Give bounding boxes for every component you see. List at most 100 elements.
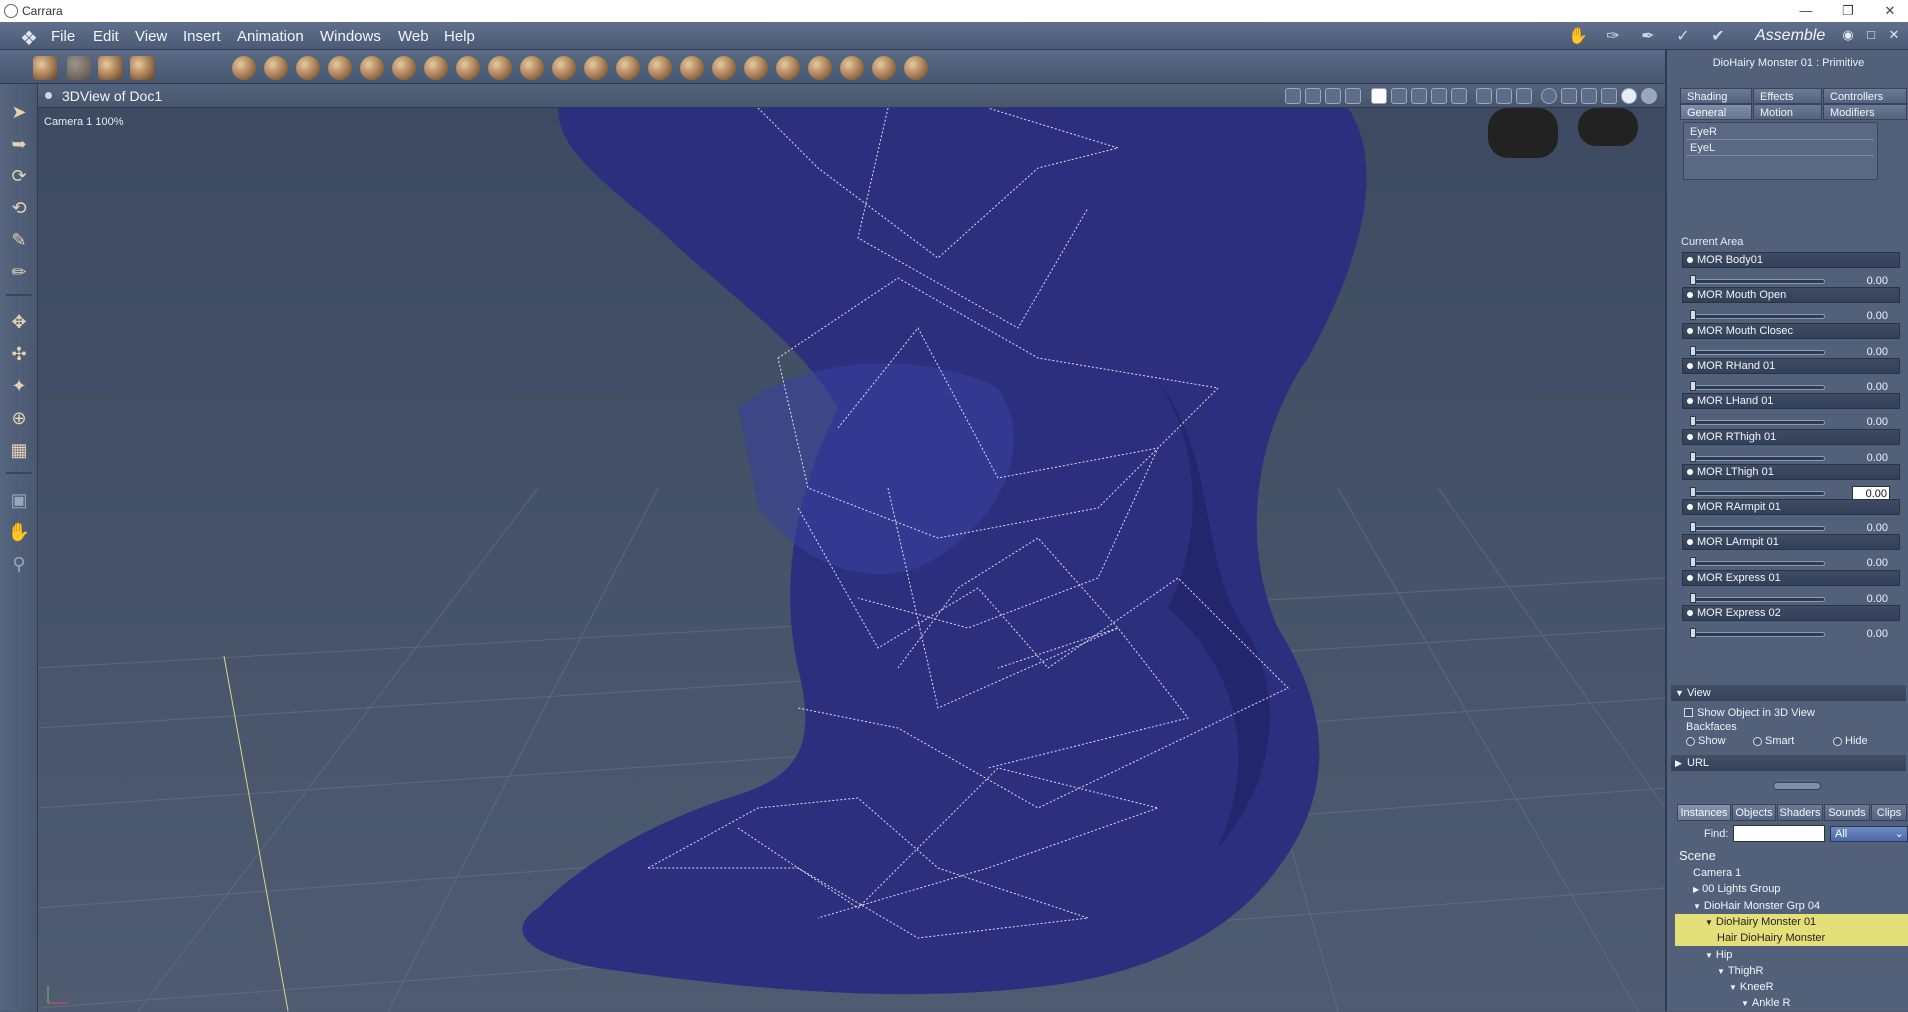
morph-value[interactable]: 0.00 bbox=[1852, 627, 1890, 641]
flat-shade-icon[interactable] bbox=[1601, 88, 1617, 104]
morph-header[interactable]: MOR RHand 01 bbox=[1682, 357, 1900, 374]
tool-ink-icon[interactable] bbox=[130, 56, 154, 80]
shield3-icon[interactable] bbox=[1516, 88, 1532, 104]
shield1-icon[interactable] bbox=[1476, 88, 1492, 104]
morph-slider-track[interactable] bbox=[1692, 420, 1825, 426]
show-object-checkbox[interactable] bbox=[1684, 708, 1693, 717]
insert-bone-icon[interactable] bbox=[904, 56, 928, 80]
view-nav-icon[interactable] bbox=[1325, 88, 1341, 104]
view-light-icon[interactable] bbox=[1305, 88, 1321, 104]
backfaces-smart-radio[interactable] bbox=[1753, 737, 1762, 746]
tab-effects[interactable]: Effects bbox=[1753, 88, 1822, 104]
view-cam-icon[interactable] bbox=[1285, 88, 1301, 104]
doc-close-icon[interactable]: ✕ bbox=[1885, 27, 1903, 45]
scene-tree-item[interactable]: ▼ Ankle R bbox=[1675, 995, 1908, 1011]
morph-value[interactable]: 0.00 bbox=[1852, 521, 1890, 535]
camera-tool-icon[interactable]: ▣ bbox=[7, 488, 31, 512]
room-storyboard-icon[interactable]: ✒ bbox=[1635, 26, 1661, 48]
menu-insert[interactable]: Insert bbox=[183, 28, 221, 45]
list-item-eyel[interactable]: EyeL bbox=[1686, 141, 1874, 156]
view-reset-icon[interactable] bbox=[1345, 88, 1361, 104]
select-arrow-icon[interactable]: ➤ bbox=[7, 100, 31, 124]
brush-tool-icon[interactable]: ✎ bbox=[7, 228, 31, 252]
room-texture-icon[interactable]: ✓ bbox=[1670, 26, 1696, 48]
scene-tree-item[interactable]: ▼ DioHairy Monster 01 bbox=[1675, 913, 1908, 930]
morph-header[interactable]: MOR LArmpit 01 bbox=[1682, 534, 1900, 551]
layout-single-icon[interactable] bbox=[1371, 88, 1387, 104]
scene-tree-item[interactable]: Hair DioHairy Monster bbox=[1675, 930, 1908, 947]
eyedropper-icon[interactable]: ✏ bbox=[7, 260, 31, 284]
insert-sphere-icon[interactable] bbox=[232, 56, 256, 80]
menu-file[interactable]: File bbox=[51, 28, 75, 45]
menu-windows[interactable]: Windows bbox=[320, 28, 381, 45]
scene-tree-item[interactable]: ▶ 00 Lights Group bbox=[1675, 881, 1908, 897]
morph-header[interactable]: MOR Express 02 bbox=[1682, 605, 1900, 621]
layout-alt-icon[interactable] bbox=[1451, 88, 1467, 104]
tool-hand-icon[interactable] bbox=[67, 56, 91, 80]
layout-triple-icon[interactable] bbox=[1411, 88, 1427, 104]
room-render-icon[interactable]: ✔ bbox=[1705, 26, 1731, 48]
insert-shape-icon[interactable] bbox=[744, 56, 768, 80]
morph-slider-knob[interactable] bbox=[1690, 345, 1696, 356]
direct-select-icon[interactable]: ➥ bbox=[7, 132, 31, 156]
insert-target-icon[interactable] bbox=[872, 56, 896, 80]
room-model-icon[interactable]: ✑ bbox=[1600, 26, 1626, 48]
eye-icon[interactable]: ◉ bbox=[1839, 27, 1857, 45]
morph-header[interactable]: MOR LHand 01 bbox=[1682, 393, 1900, 410]
insert-goblet-icon[interactable] bbox=[264, 56, 288, 80]
scene-root[interactable]: Scene bbox=[1679, 848, 1716, 864]
menu-help[interactable]: Help bbox=[444, 28, 475, 45]
insert-house-icon[interactable] bbox=[680, 56, 704, 80]
insert-cloud-icon[interactable] bbox=[584, 56, 608, 80]
morph-slider-track[interactable] bbox=[1692, 455, 1825, 461]
morph-slider-knob[interactable] bbox=[1690, 275, 1696, 285]
insert-bowl-icon[interactable] bbox=[712, 56, 736, 80]
layout-split-icon[interactable] bbox=[1391, 88, 1407, 104]
morph-value[interactable]: 0.00 bbox=[1852, 485, 1890, 500]
morph-slider-track[interactable] bbox=[1692, 561, 1825, 567]
tab-instances[interactable]: Instances bbox=[1677, 804, 1731, 821]
morph-header[interactable]: MOR Express 01 bbox=[1682, 569, 1900, 586]
box-tool-icon[interactable]: ▦ bbox=[7, 438, 31, 462]
morph-slider-track[interactable] bbox=[1692, 632, 1825, 637]
scene-tree-item[interactable]: Camera 1 bbox=[1675, 865, 1908, 881]
insert-plant-icon[interactable] bbox=[488, 56, 512, 80]
bbox-icon[interactable] bbox=[1561, 88, 1577, 104]
insert-bulb-icon[interactable] bbox=[776, 56, 800, 80]
morph-value[interactable]: 0.00 bbox=[1852, 451, 1890, 465]
morph-value[interactable]: 0.00 bbox=[1852, 345, 1890, 359]
tab-shaders[interactable]: Shaders bbox=[1777, 804, 1823, 821]
insert-text-icon[interactable] bbox=[392, 56, 416, 80]
morph-slider-knob[interactable] bbox=[1690, 486, 1696, 497]
morph-slider-track[interactable] bbox=[1692, 490, 1825, 496]
spin-tool-icon[interactable]: ⟲ bbox=[7, 196, 31, 220]
morph-slider-track[interactable] bbox=[1692, 314, 1825, 320]
morph-slider-track[interactable] bbox=[1692, 526, 1825, 532]
insert-ocean-icon[interactable] bbox=[616, 56, 640, 80]
morph-header[interactable]: MOR Mouth Open bbox=[1682, 287, 1900, 304]
tab-general[interactable]: General bbox=[1680, 104, 1752, 120]
morph-header[interactable]: MOR RArmpit 01 bbox=[1682, 499, 1900, 516]
insert-skeleton-icon[interactable] bbox=[840, 56, 864, 80]
tab-shading[interactable]: Shading bbox=[1680, 88, 1752, 104]
body-part-list[interactable]: EyeR EyeL bbox=[1683, 122, 1878, 180]
insert-fire-icon[interactable] bbox=[552, 56, 576, 80]
morph-value[interactable]: 0.00 bbox=[1852, 309, 1890, 323]
maximize-icon[interactable]: □ bbox=[1862, 27, 1880, 45]
minimize-icon[interactable]: — bbox=[1793, 2, 1819, 20]
rotate-tool-icon[interactable]: ⟳ bbox=[7, 164, 31, 188]
trackball-icon[interactable]: ⊕ bbox=[7, 406, 31, 430]
pan-hand-icon[interactable]: ✋ bbox=[7, 520, 31, 544]
morph-slider-knob[interactable] bbox=[1690, 416, 1696, 427]
scene-tree-item[interactable]: ▼ Hip bbox=[1675, 947, 1908, 963]
viewport-menu-dot-icon[interactable] bbox=[45, 92, 52, 99]
backfaces-hide-radio[interactable] bbox=[1833, 737, 1842, 746]
morph-slider-knob[interactable] bbox=[1690, 592, 1696, 603]
menu-edit[interactable]: Edit bbox=[93, 28, 119, 45]
morph-value[interactable]: 0.00 bbox=[1852, 592, 1890, 606]
morph-value[interactable]: 0.00 bbox=[1852, 415, 1890, 429]
insert-vertex-icon[interactable] bbox=[360, 56, 384, 80]
room-hand-icon[interactable]: ✋ bbox=[1565, 26, 1591, 48]
menu-web[interactable]: Web bbox=[398, 28, 429, 45]
view-section-header[interactable]: ▼ View bbox=[1671, 685, 1906, 701]
